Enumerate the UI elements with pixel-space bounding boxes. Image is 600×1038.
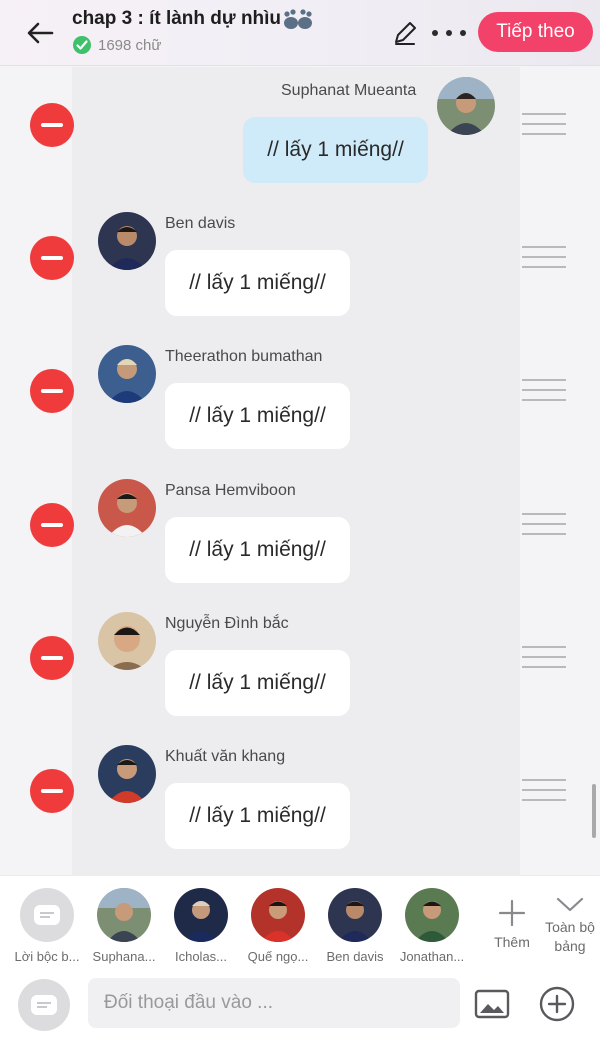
message-bubble[interactable]: // lấy 1 miếng// [165,783,350,849]
character-label: Suphana... [92,949,156,964]
character-item[interactable]: Suphana... [86,888,162,964]
avatar [405,888,459,942]
message-bubble[interactable]: // lấy 1 miếng// [165,250,350,316]
paws-emoji-icon [284,9,313,29]
message-bubble[interactable]: // lấy 1 miếng// [165,650,350,716]
avatar [98,479,156,537]
speaker-name: Pansa Hemviboon [165,482,296,499]
check-circle-icon [73,36,91,54]
avatar [251,888,305,942]
message-bubble[interactable]: // lấy 1 miếng// [165,517,350,583]
remove-message-button[interactable] [30,769,74,813]
dot-icon [446,30,452,36]
avatar [97,888,151,942]
add-character-button[interactable]: Thêm [482,888,542,950]
image-icon[interactable] [474,989,510,1019]
speaker-name: Nguyễn Đình bắc [165,615,289,632]
avatar [98,612,156,670]
top-bar: chap 3 : ít lành dự nhìu 1698 chữ Tiếp t… [0,0,600,66]
character-item[interactable]: Quế ngọ... [240,888,316,964]
character-label: Icholas... [174,949,228,964]
plus-icon [498,899,526,927]
character-item[interactable]: Ben davis [317,888,393,964]
back-button[interactable] [20,14,60,52]
arrow-left-icon [27,22,54,44]
narration-icon [31,995,57,1015]
speaker-name: Theerathon bumathan [165,348,323,365]
dot-icon [460,30,466,36]
remove-message-button[interactable] [30,369,74,413]
drag-handle-icon[interactable] [522,379,566,401]
pencil-icon[interactable] [390,18,420,48]
speaker-name: Khuất văn khang [165,748,286,765]
composer: Đối thoại đầu vào ... [0,971,600,1038]
more-options-button[interactable] [432,22,466,44]
message-bubble[interactable]: // lấy 1 miếng// [243,117,428,183]
avatar [174,888,228,942]
scrollbar[interactable] [592,784,596,838]
remove-message-button[interactable] [30,236,74,280]
title-block: chap 3 : ít lành dự nhìu 1698 chữ [72,7,313,55]
drag-handle-icon[interactable] [522,646,566,668]
character-picker: Lời bộc b... Suphana... Icholas... Quế n… [0,875,600,971]
remove-message-button[interactable] [30,636,74,680]
drag-handle-icon[interactable] [522,779,566,801]
narration-icon [20,888,74,942]
avatar [98,345,156,403]
avatar [98,745,156,803]
add-circle-icon[interactable] [538,985,576,1023]
chevron-down-icon [556,897,584,912]
dialogue-editor: Suphanat Mueanta // lấy 1 miếng// Ben da… [0,67,600,875]
dialogue-input[interactable]: Đối thoại đầu vào ... [88,978,460,1028]
character-label: Jonathan... [399,949,465,964]
character-label: Quế ngọ... [247,949,309,964]
word-count-line: 1698 chữ [72,35,313,55]
chapter-title: chap 3 : ít lành dự nhìu [72,7,313,31]
character-narrator[interactable]: Lời bộc b... [9,888,85,964]
next-button[interactable]: Tiếp theo [478,12,593,52]
add-label: Thêm [494,934,530,950]
message-bubble[interactable]: // lấy 1 miếng// [165,383,350,449]
character-item[interactable]: Icholas... [163,888,239,964]
avatar [437,77,495,135]
drag-handle-icon[interactable] [522,513,566,535]
remove-message-button[interactable] [30,503,74,547]
remove-message-button[interactable] [30,103,74,147]
avatar [328,888,382,942]
chapter-title-text: chap 3 : ít lành dự nhìu [72,8,282,29]
speaker-name: Suphanat Mueanta [281,82,417,99]
character-label: Lời bộc b... [14,949,80,964]
all-label: Toàn bộ bảng [545,919,595,954]
word-count: 1698 chữ [98,36,162,54]
drag-handle-icon[interactable] [522,246,566,268]
all-characters-button[interactable]: Toàn bộ bảng [540,888,600,956]
character-label: Ben davis [326,949,384,964]
drag-handle-icon[interactable] [522,113,566,135]
avatar [98,212,156,270]
character-item[interactable]: Jonathan... [394,888,470,964]
narration-toggle-button[interactable] [18,979,70,1031]
dot-icon [432,30,438,36]
speaker-name: Ben davis [165,215,236,232]
